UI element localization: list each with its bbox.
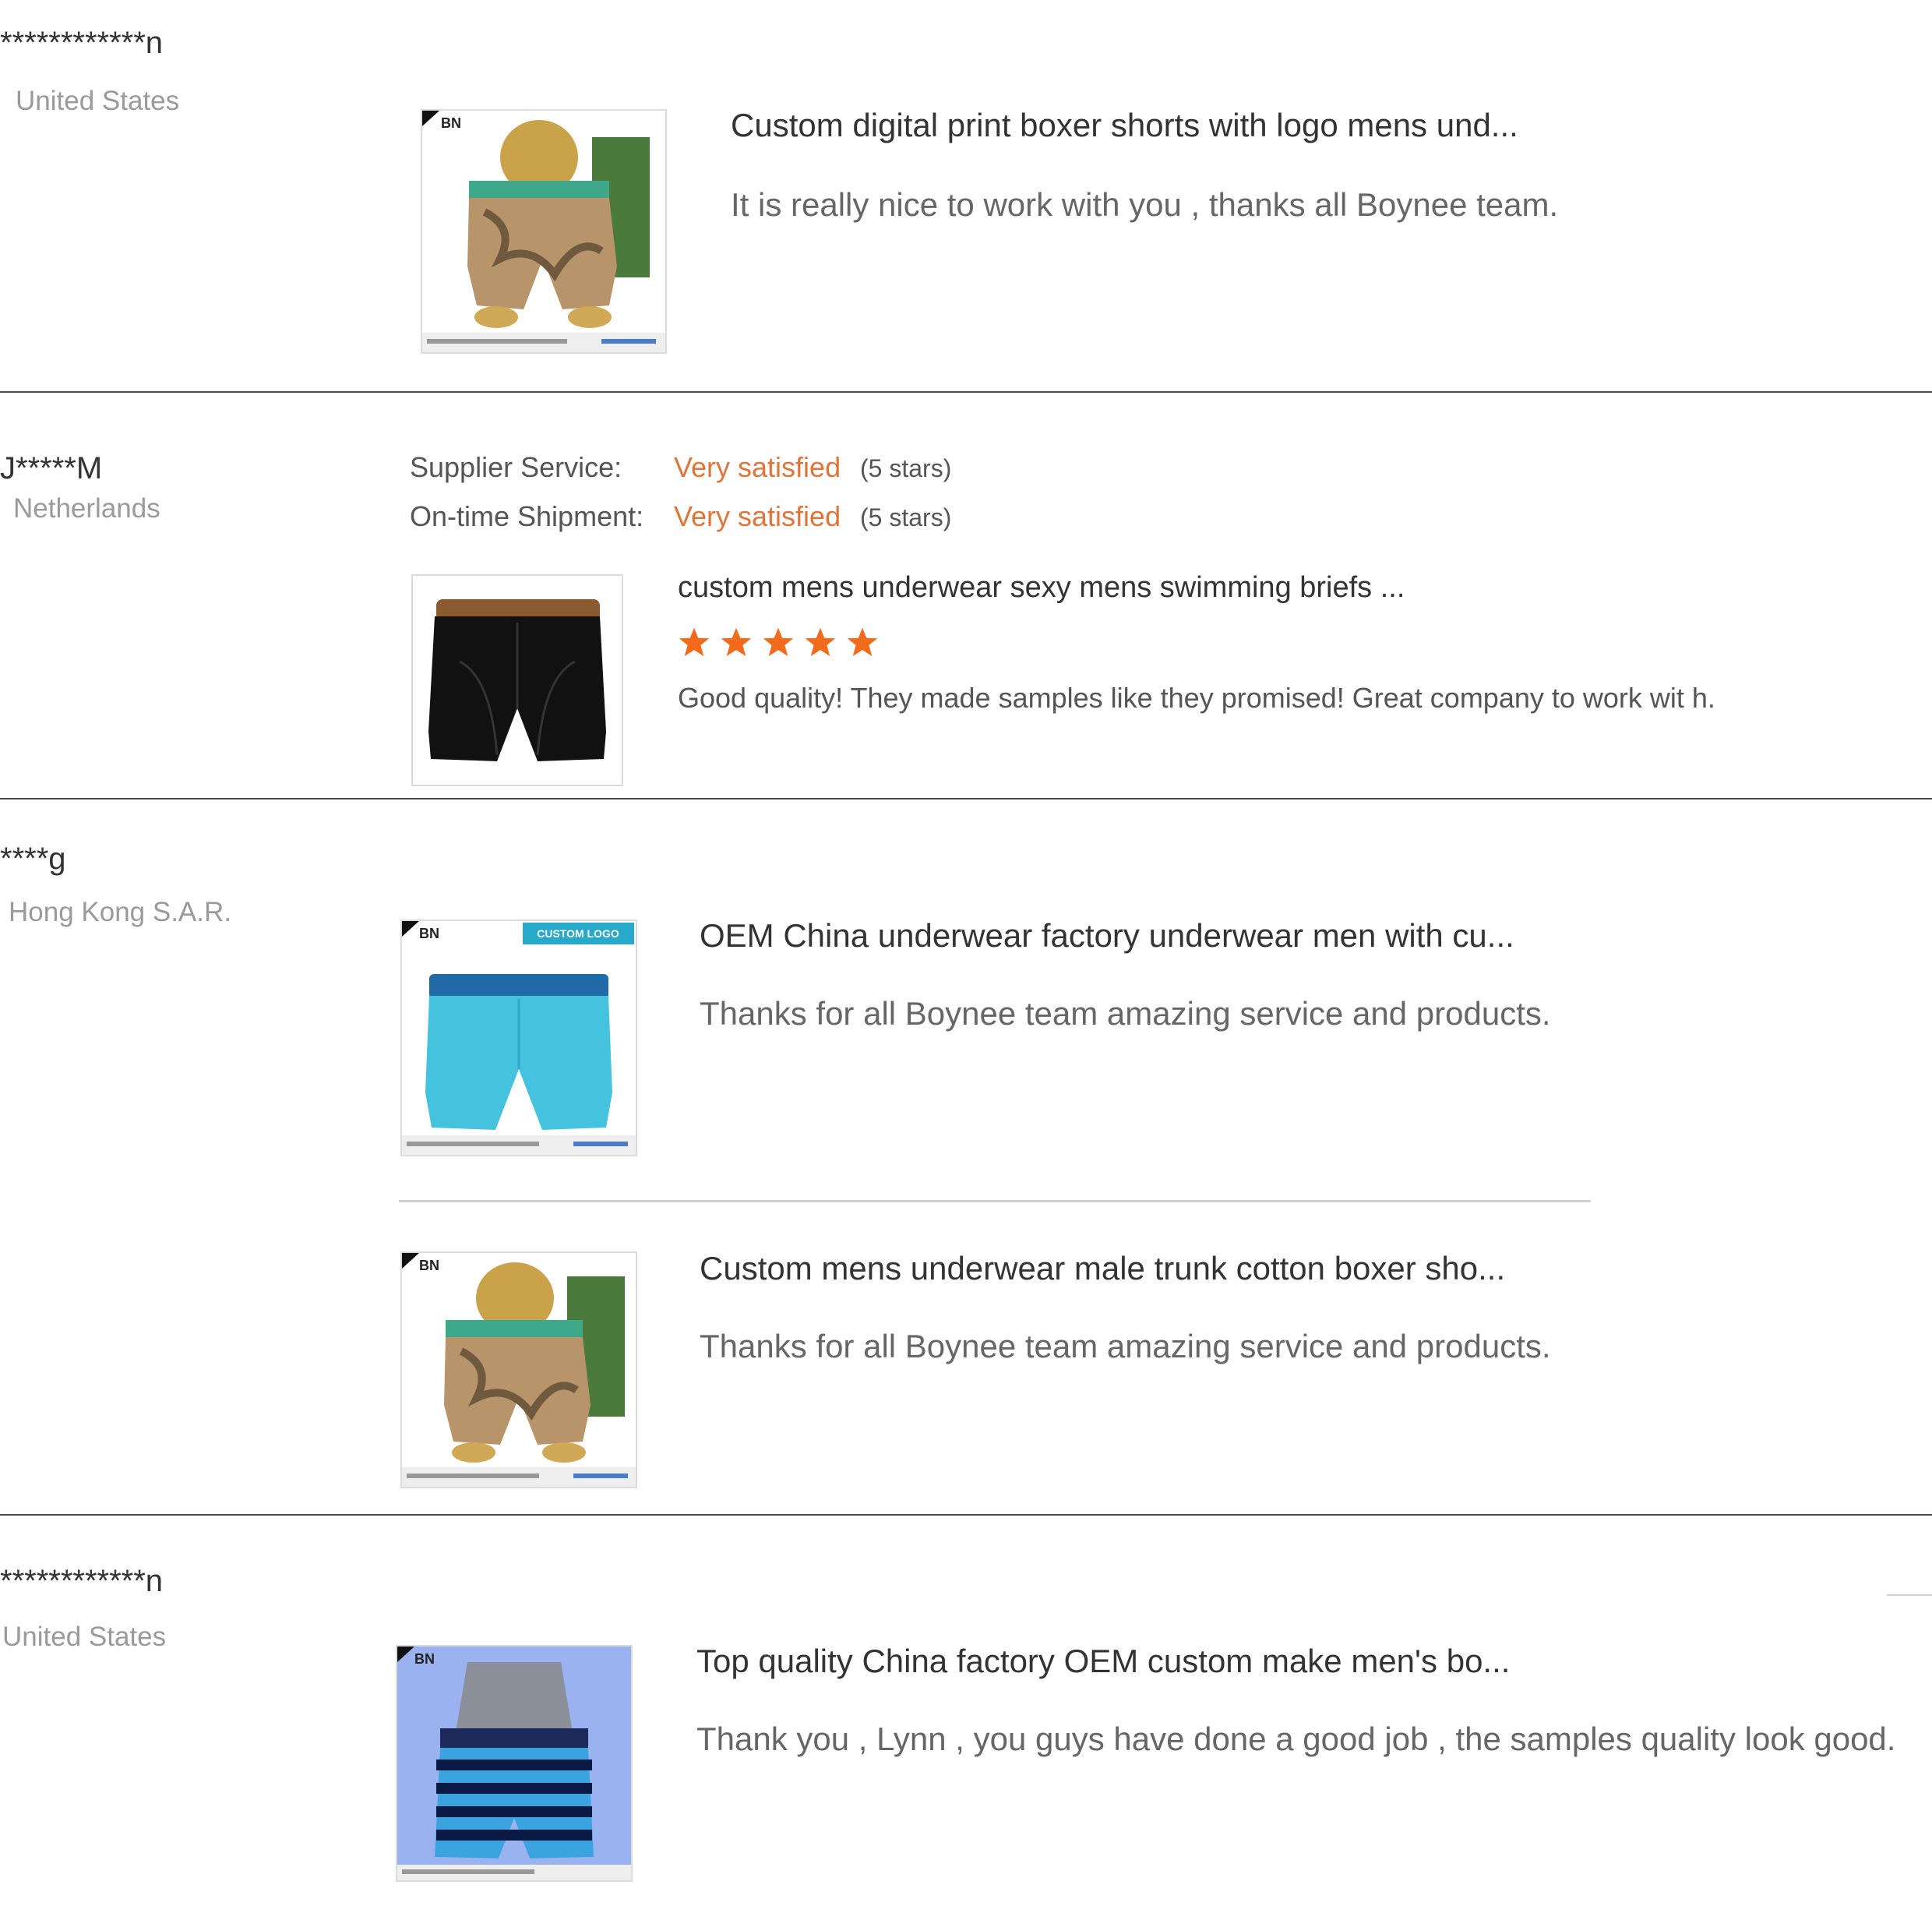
product-title[interactable]: Top quality China factory OEM custom mak… [696, 1645, 1510, 1678]
review-comment: Good quality! They made samples like the… [678, 682, 1715, 714]
reviewer-name: ****g [0, 842, 66, 876]
reviewer-country: United States [2, 1622, 167, 1652]
star-icon [721, 627, 752, 657]
review-comment: It is really nice to work with you , tha… [731, 186, 1559, 223]
star-icon [805, 627, 836, 657]
reviewer-name: ************n [0, 26, 164, 60]
supplier-service-label: Supplier Service: [410, 451, 622, 483]
product-image-camo-boxer[interactable]: BN [400, 1251, 637, 1488]
review-comment: Thanks for all Boynee team amazing servi… [700, 995, 1551, 1032]
custom-logo-badge: CUSTOM LOGO [537, 927, 619, 940]
review-divider [0, 798, 1932, 799]
product-image-black-boxer[interactable] [411, 574, 623, 786]
product-divider [399, 1200, 1591, 1202]
shipment-label: On-time Shipment: [410, 500, 644, 532]
svg-text:BN: BN [441, 115, 461, 131]
review-comment: Thank you , Lynn , you guys have done a … [696, 1721, 1896, 1757]
star-icon [679, 627, 710, 657]
supplier-service-stars: (5 stars) [860, 454, 952, 482]
star-icon [847, 627, 878, 657]
shipment-stars: (5 stars) [860, 503, 952, 531]
reviewer-country: United States [16, 86, 180, 116]
svg-text:BN: BN [414, 1651, 435, 1667]
reviewer-country: Netherlands [13, 493, 160, 524]
product-title[interactable]: Custom mens underwear male trunk cotton … [700, 1252, 1505, 1285]
svg-text:BN: BN [419, 1258, 439, 1273]
svg-text:BN: BN [419, 926, 439, 941]
review-comment: Thanks for all Boynee team amazing servi… [700, 1328, 1551, 1364]
product-star-rating [678, 626, 879, 658]
review-divider [0, 1514, 1932, 1516]
product-title[interactable]: custom mens underwear sexy mens swimming… [678, 573, 1405, 602]
shipment-value: Very satisfied [674, 500, 841, 532]
star-icon [763, 627, 794, 657]
product-title[interactable]: Custom digital print boxer shorts with l… [731, 109, 1518, 142]
reviewer-country: Hong Kong S.A.R. [9, 897, 231, 927]
edge-divider [1887, 1594, 1932, 1596]
product-image-turquoise-boxer[interactable]: BN CUSTOM LOGO [400, 919, 637, 1156]
review-divider [0, 391, 1932, 393]
reviewer-name: J*****M [0, 451, 103, 485]
product-title[interactable]: OEM China underwear factory underwear me… [700, 919, 1514, 952]
product-image-camo-boxer[interactable]: BN [421, 109, 667, 354]
supplier-service-value: Very satisfied [674, 451, 841, 483]
reviewer-name: ************n [0, 1564, 164, 1598]
product-image-striped-boxer[interactable]: BN [396, 1645, 633, 1882]
